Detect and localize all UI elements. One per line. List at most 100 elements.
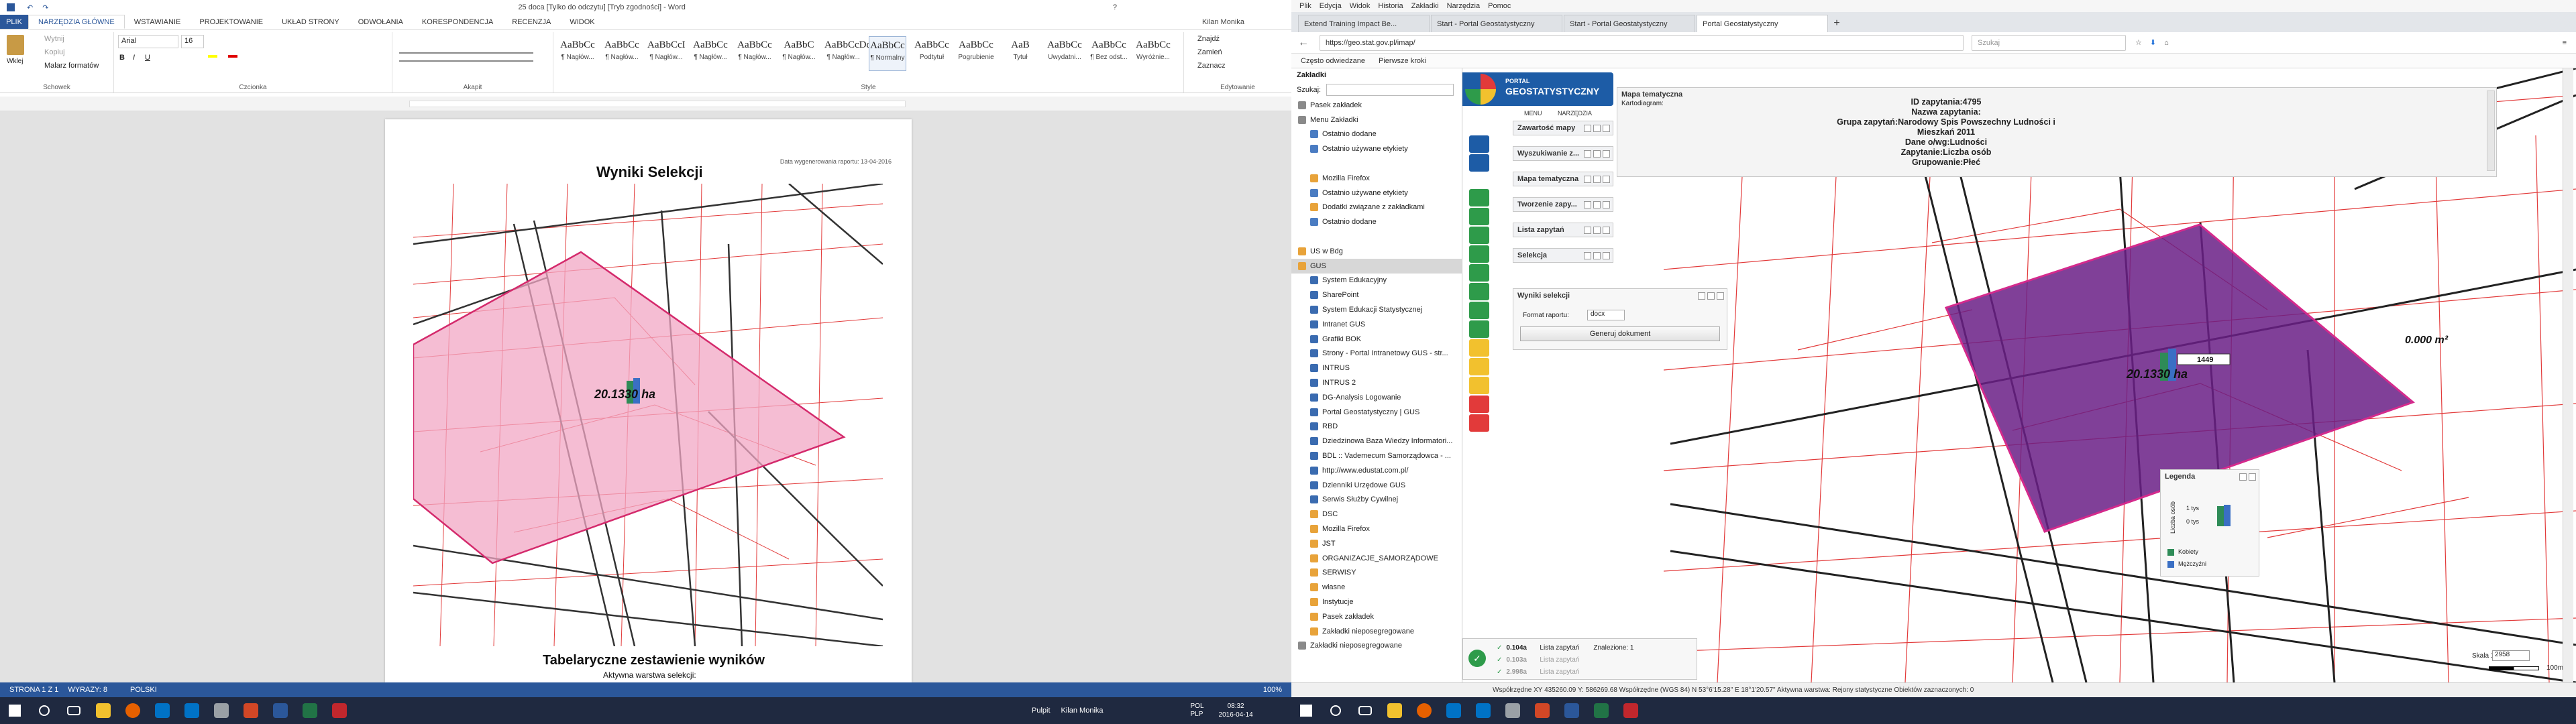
paragraph-icons[interactable] [399,52,533,62]
pan-icon[interactable] [1469,227,1489,244]
bookmark-frequent[interactable]: Często odwiedzane [1301,57,1365,65]
portal-section-header[interactable]: Selekcja [1513,248,1613,263]
explorer-icon[interactable] [91,700,116,721]
section-help-icon[interactable] [1584,124,1591,132]
portal-menu-link[interactable]: MENU [1524,110,1542,117]
print-icon[interactable] [1469,358,1489,375]
style-gallery-item[interactable]: AaBbCc Pogrubienie [957,36,995,71]
menu-tools[interactable]: Narzędzia [1447,2,1481,10]
cut-button[interactable]: Wytnij [44,35,64,43]
format-painter-button[interactable]: Malarz formatów [44,62,99,70]
style-gallery-item[interactable]: AaBbCc ¶ Nagłów... [736,36,773,71]
sidebar-item[interactable]: INTRUS 2 [1291,375,1462,390]
word-count[interactable]: WYRAZY: 8 [68,686,107,694]
word-taskbar-icon-2[interactable] [1559,700,1585,721]
menu-help[interactable]: Pomoc [1488,2,1511,10]
scale-input[interactable]: 2958 [2492,650,2530,661]
map-right-scrollbar[interactable] [2563,68,2573,682]
menu-view[interactable]: Widok [1350,2,1371,10]
tab-layout[interactable]: UKŁAD STRONY [272,15,349,29]
sidebar-item[interactable]: System Edukacyjny [1291,274,1462,288]
section-min-icon[interactable] [1593,200,1601,208]
taskbar-user[interactable]: Kilan Monika [1061,707,1104,715]
sidebar-item[interactable] [1291,156,1462,171]
sidebar-item[interactable]: Ostatnio dodane [1291,127,1462,142]
section-close-icon[interactable] [1603,251,1610,259]
sidebar-item[interactable]: Strony - Portal Intranetowy GUS - str... [1291,347,1462,361]
back-extent-icon[interactable] [1469,245,1489,263]
url-bar[interactable]: https://geo.stat.gov.pl/imap/ [1320,34,1964,51]
tab-mailings[interactable]: KORESPONDENCJA [413,15,502,29]
page-status[interactable]: STRONA 1 Z 1 [9,686,58,694]
highlight-icon[interactable] [208,55,217,58]
user-name[interactable]: Kilan Monika [1202,15,1244,29]
style-gallery-item[interactable]: AaBbCc ¶ Nagłów... [559,36,596,71]
sidebar-item[interactable]: Instytucje [1291,595,1462,609]
legend-min-icon[interactable] [2239,473,2247,481]
panel-close-icon[interactable] [1717,292,1724,300]
sidebar-item[interactable]: System Edukacji Statystycznej [1291,302,1462,317]
language-status[interactable]: POLSKI [130,686,157,694]
style-gallery-item[interactable]: AaB Tytuł [1002,36,1039,71]
bookmark-first-steps[interactable]: Pierwsze kroki [1379,57,1426,65]
sidebar-item[interactable]: Ostatnio dodane [1291,215,1462,229]
powerpoint-icon[interactable] [238,700,264,721]
taskbar-place[interactable]: Pulpit [1032,707,1051,715]
save-icon[interactable] [7,3,15,11]
section-close-icon[interactable] [1603,200,1610,208]
sidebar-item[interactable]: RBD [1291,420,1462,434]
document-page[interactable]: Data wygenerowania raportu: 13-04-2016 W… [385,119,912,682]
section-close-icon[interactable] [1603,124,1610,132]
portal-section-header[interactable]: Wyszukiwanie z... [1513,146,1613,161]
section-close-icon[interactable] [1603,226,1610,234]
tab-extend-training[interactable]: Extend Training Impact Be... [1298,15,1430,32]
portal-section-header[interactable]: Mapa tematyczna [1513,172,1613,186]
layers-icon[interactable] [1469,339,1489,357]
section-min-icon[interactable] [1593,175,1601,183]
font-color-icon[interactable] [228,55,237,58]
forward-extent-icon[interactable] [1469,264,1489,282]
redo-icon[interactable]: ↷ [42,3,48,12]
copy-button[interactable]: Kopiuj [44,48,65,56]
lync-icon[interactable] [179,700,205,721]
tab-home[interactable]: NARZĘDZIA GŁÓWNE [28,15,125,29]
style-gallery-item[interactable]: AaBbCc ¶ Normalny [869,36,906,71]
select-button[interactable]: Zaznacz [1197,62,1226,70]
portal-logo[interactable]: PORTAL GEOSTATYSTYCZNY [1462,72,1613,106]
calculator-icon[interactable] [209,700,234,721]
tab-start-portal-2[interactable]: Start - Portal Geostatystyczny [1564,15,1695,32]
pdf-taskbar-icon[interactable] [327,700,352,721]
sidebar-item[interactable]: INTRUS [1291,361,1462,375]
start-icon-2[interactable] [1293,700,1319,721]
query-row[interactable]: ✓ 0.103a Lista zapytań [1497,654,1691,666]
task-view-icon-2[interactable] [1352,700,1378,721]
sidebar-item[interactable]: Intranet GUS [1291,317,1462,332]
underline-button[interactable]: U [145,54,150,62]
sidebar-item[interactable] [1291,229,1462,244]
sidebar-item[interactable]: GUS [1291,258,1462,274]
start-icon[interactable] [2,700,28,721]
search-field[interactable]: Szukaj [1972,34,2126,51]
taskbar-time[interactable]: 08:32 [1219,702,1253,711]
help-tool-icon[interactable] [1469,414,1489,432]
sidebar-item[interactable]: DG-Analysis Logowanie [1291,390,1462,405]
search-icon[interactable] [32,700,57,721]
section-help-icon[interactable] [1584,251,1591,259]
back-icon[interactable]: ← [1298,37,1309,49]
pdf-icon[interactable] [1469,396,1489,413]
select-icon[interactable] [1469,320,1489,338]
panel-minimize-icon[interactable] [1707,292,1715,300]
section-help-icon[interactable] [1584,149,1591,158]
home-icon[interactable]: ⌂ [2164,39,2169,47]
replace-button[interactable]: Zamień [1197,48,1222,56]
calculator-icon-2[interactable] [1500,700,1525,721]
zoom-out-icon[interactable] [1469,208,1489,225]
paste-button[interactable]: Wklej [7,58,23,65]
tab-insert[interactable]: WSTAWIANIE [125,15,191,29]
firefox-taskbar-icon-2[interactable] [1411,700,1437,721]
section-min-icon[interactable] [1593,251,1601,259]
taskbar-lang[interactable]: POL PLP [1191,703,1210,719]
search-icon-2[interactable] [1323,700,1348,721]
expand-tool-icon[interactable] [1469,135,1489,153]
sidebar-item[interactable]: SharePoint [1291,288,1462,302]
